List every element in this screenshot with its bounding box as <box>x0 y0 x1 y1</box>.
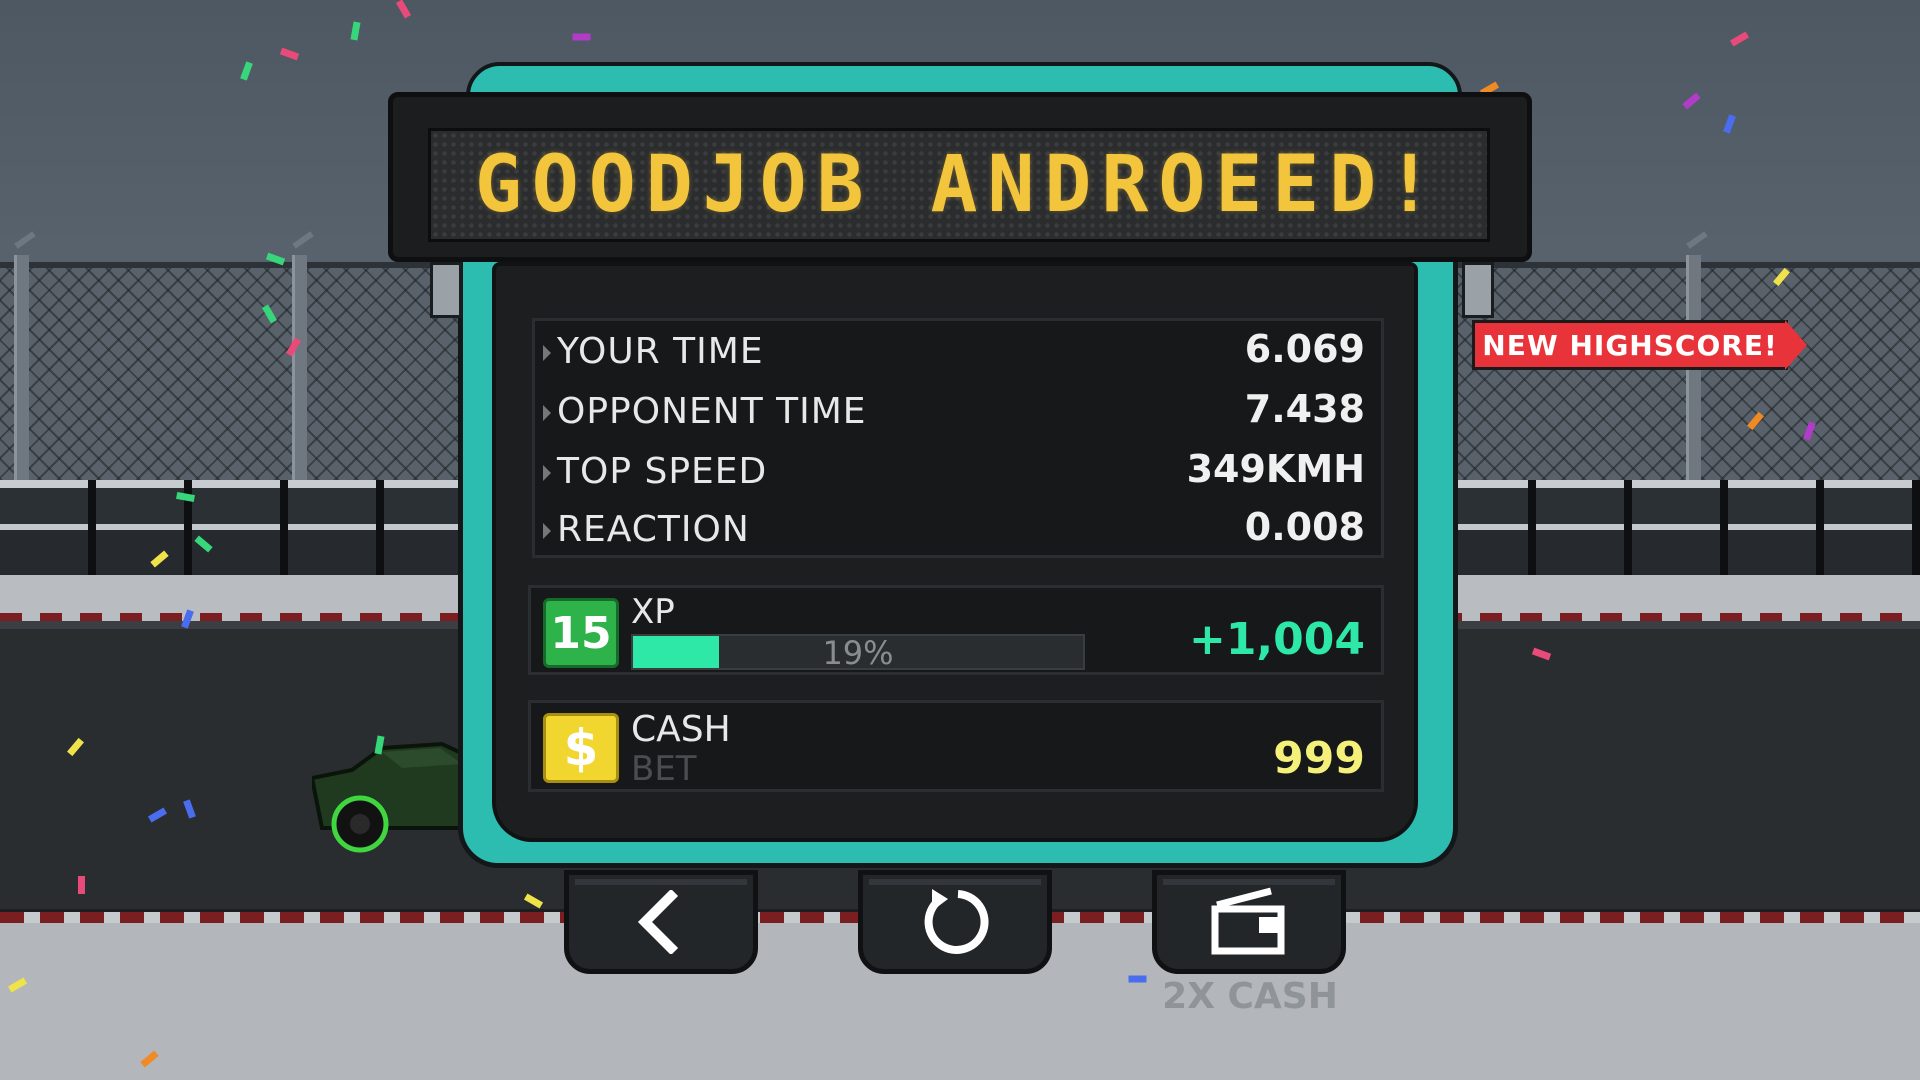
xp-progress-text: 19% <box>822 634 894 672</box>
xp-progress-bar: 19% <box>631 634 1085 670</box>
stat-row-opponent-time: OPPONENT TIME 7.438 <box>535 385 1381 439</box>
panel-bracket-left <box>430 262 462 318</box>
video-camera-icon <box>1211 887 1285 955</box>
row-arrow-icon <box>543 465 551 481</box>
double-cash-video-button[interactable] <box>1152 870 1346 974</box>
confetti-piece <box>1128 975 1147 983</box>
led-marquee-screen: GOODJOB ANDROEED! <box>428 128 1490 242</box>
cash-section: $ CASH BET 999 <box>528 700 1384 792</box>
race-car <box>312 741 472 853</box>
stat-value: 349KMH <box>1186 447 1365 491</box>
xp-section: 15 XP 19% +1,004 <box>528 585 1384 675</box>
stat-label: REACTION <box>557 509 750 550</box>
new-highscore-ribbon: NEW HIGHSCORE! <box>1472 320 1807 370</box>
stat-label: YOUR TIME <box>557 331 764 372</box>
confetti-piece <box>78 876 85 894</box>
retry-button[interactable] <box>858 870 1052 974</box>
level-badge: 15 <box>543 598 619 668</box>
stat-label: TOP SPEED <box>557 451 768 492</box>
confetti-piece <box>572 33 591 41</box>
dollar-coin-icon: $ <box>543 713 619 783</box>
stat-value: 7.438 <box>1244 387 1365 431</box>
stat-value: 0.008 <box>1244 505 1365 549</box>
race-stats-table: YOUR TIME 6.069 OPPONENT TIME 7.438 TOP … <box>532 318 1384 558</box>
panel-bracket-right <box>1462 262 1494 318</box>
stat-row-top-speed: TOP SPEED 349KMH <box>535 445 1381 499</box>
chevron-left-icon <box>637 890 679 954</box>
stat-row-your-time: YOUR TIME 6.069 <box>535 325 1381 379</box>
xp-gain-value: +1,004 <box>1188 614 1365 665</box>
cash-label: CASH <box>631 709 731 750</box>
cash-value: 999 <box>1273 733 1365 784</box>
fence-post <box>292 255 307 480</box>
row-arrow-icon <box>543 405 551 421</box>
bet-label: BET <box>631 749 697 789</box>
back-button[interactable] <box>564 870 758 974</box>
fence-post <box>14 255 29 480</box>
xp-label: XP <box>631 592 675 632</box>
restart-icon <box>924 889 989 954</box>
stat-value: 6.069 <box>1244 327 1365 371</box>
double-cash-caption: 2X CASH <box>1162 976 1338 1017</box>
congrats-banner-text: GOODJOB ANDROEED! <box>474 140 1444 230</box>
row-arrow-icon <box>543 345 551 361</box>
stat-row-reaction: REACTION 0.008 <box>535 503 1381 557</box>
row-arrow-icon <box>543 523 551 539</box>
stat-label: OPPONENT TIME <box>557 391 867 432</box>
